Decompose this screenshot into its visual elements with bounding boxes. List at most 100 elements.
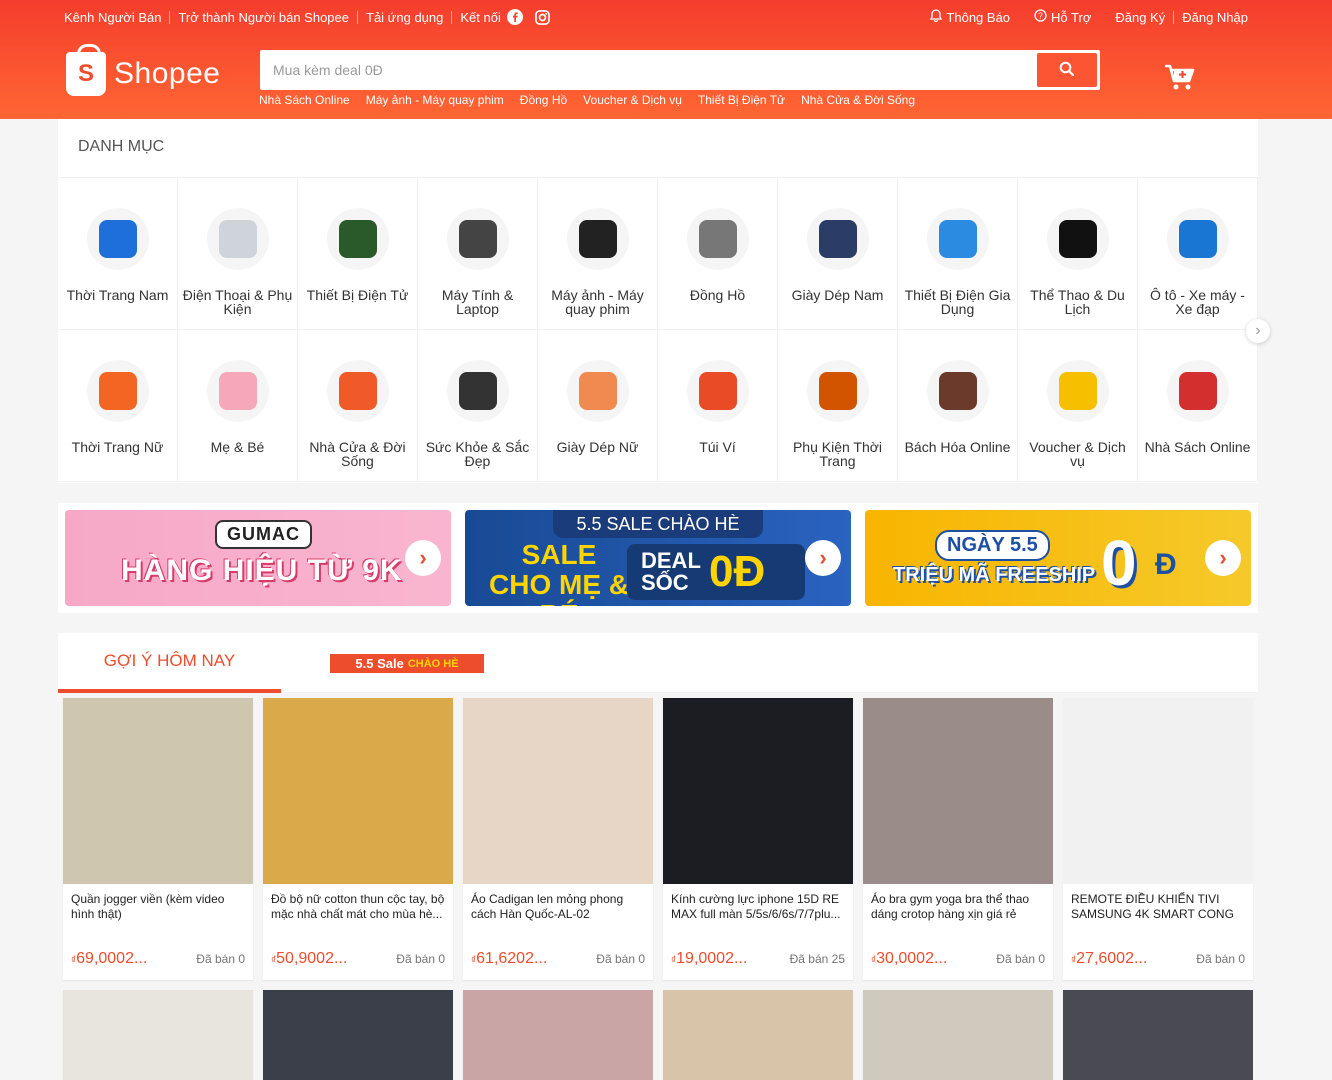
category-item[interactable]: Máy ảnh - Máy quay phim xyxy=(538,178,658,330)
category-label: Mẹ & Bé xyxy=(210,439,265,455)
category-label: Bách Hóa Online xyxy=(904,439,1011,455)
product-meta: ₫50,9002... Đã bán 0 xyxy=(271,950,445,968)
category-label: Máy Tính & Laptop xyxy=(441,287,514,317)
product-card[interactable] xyxy=(463,990,653,1080)
product-card[interactable] xyxy=(63,990,253,1080)
chevron-right-icon[interactable]: › xyxy=(1205,540,1241,576)
instagram-icon[interactable] xyxy=(535,9,551,25)
category-item[interactable]: Giày Dép Nữ xyxy=(538,330,658,482)
notifications-link[interactable]: Thông Báo xyxy=(930,9,1010,25)
category-item[interactable]: Ô tô - Xe máy - Xe đạp xyxy=(1138,178,1258,330)
category-label: Đồng Hồ xyxy=(689,287,746,303)
category-label: Ô tô - Xe máy - Xe đạp xyxy=(1150,287,1245,317)
cart-icon[interactable] xyxy=(1163,62,1195,92)
product-price: ₫19,0002... xyxy=(671,950,748,967)
category-label: Phụ Kiện Thời Trang xyxy=(792,439,883,469)
camera-icon xyxy=(566,208,629,270)
category-item[interactable]: Máy Tính & Laptop xyxy=(418,178,538,330)
category-grid: Thời Trang Nam Điện Thoại & Phụ Kiện Thiết… xyxy=(58,178,1258,482)
product-grid: Quần jogger viền (kèm video hình thật) ₫6… xyxy=(58,698,1258,1080)
category-label: Voucher & Dịch vụ xyxy=(1029,439,1126,469)
search-input[interactable] xyxy=(263,62,1037,78)
product-price: ₫27,6002... xyxy=(1071,950,1148,967)
category-label: Điện Thoại & Phụ Kiện xyxy=(182,287,293,317)
category-item[interactable]: Bách Hóa Online xyxy=(898,330,1018,482)
category-section: DANH MỤC Thời Trang Nam Điện Thoại & Phụ … xyxy=(58,119,1258,483)
category-item[interactable]: Nhà Sách Online xyxy=(1138,330,1258,482)
divider xyxy=(451,10,453,24)
product-card[interactable]: Quần jogger viền (kèm video hình thật) ₫6… xyxy=(63,698,253,980)
suggestion-link[interactable]: Voucher & Dịch vụ xyxy=(583,93,682,107)
product-card[interactable] xyxy=(1063,990,1253,1080)
product-card[interactable]: Đồ bộ nữ cotton thun cộc tay, bộ mặc nhà… xyxy=(263,698,453,980)
product-sold: Đã bán 25 xyxy=(789,952,845,966)
suggestion-link[interactable]: Máy ảnh - Máy quay phim xyxy=(366,93,504,107)
register-link[interactable]: Đăng Ký xyxy=(1115,10,1165,25)
category-item[interactable]: Phụ Kiện Thời Trang xyxy=(778,330,898,482)
recommendation-header: GỢI Ý HÔM NAY 5.5 Sale CHÀO HÈ xyxy=(58,633,1258,693)
category-item[interactable]: Thiết Bị Điện Tử xyxy=(298,178,418,330)
category-item[interactable]: Giày Dép Nam xyxy=(778,178,898,330)
banner-mom-baby[interactable]: 5.5 SALE CHÀO HÈ SALE CHO MẸ & BÉ DEAL S… xyxy=(465,510,851,606)
chevron-right-icon[interactable]: › xyxy=(405,540,441,576)
category-item[interactable]: Voucher & Dịch vụ xyxy=(1018,330,1138,482)
banner-headline: TRIỆU MÃ FREESHIP xyxy=(893,564,1096,586)
category-item[interactable]: Sức Khỏe & Sắc Đẹp xyxy=(418,330,538,482)
palette-icon xyxy=(446,360,509,422)
tab-daily-discover[interactable]: GỢI Ý HÔM NAY xyxy=(58,633,281,693)
suggestion-link[interactable]: Nhà Cửa & Đời Sống xyxy=(801,93,915,107)
product-meta: ₫19,0002... Đã bán 25 xyxy=(671,950,845,968)
category-item[interactable]: Thể Thao & Du Lịch xyxy=(1018,178,1138,330)
product-sold: Đã bán 0 xyxy=(596,952,645,966)
search-icon xyxy=(1059,61,1075,80)
banner-gumac[interactable]: GUMAC HÀNG HIỆU TỪ 9K › xyxy=(65,510,451,606)
product-card[interactable]: Áo bra gym yoga bra thể thao dáng crotop… xyxy=(863,698,1053,980)
sale-badge-main: 5.5 Sale xyxy=(355,656,404,671)
product-sold: Đã bán 0 xyxy=(996,952,1045,966)
category-label: Thể Thao & Du Lịch xyxy=(1030,287,1125,317)
product-image xyxy=(663,990,853,1080)
category-item[interactable]: Thời Trang Nữ xyxy=(58,330,178,482)
suggestion-link[interactable]: Đồng Hồ xyxy=(520,93,567,107)
sale-badge[interactable]: 5.5 Sale CHÀO HÈ xyxy=(330,654,484,673)
download-app-link[interactable]: Tải ứng dụng xyxy=(366,10,443,25)
product-card[interactable] xyxy=(263,990,453,1080)
category-item[interactable]: Đồng Hồ xyxy=(658,178,778,330)
category-item[interactable]: Túi Ví xyxy=(658,330,778,482)
search-button[interactable] xyxy=(1037,53,1097,87)
product-card[interactable]: REMOTE ĐIỀU KHIỂN TIVI SAMSUNG 4K SMART … xyxy=(1063,698,1253,980)
deal-box: DEAL SỐC 0Đ xyxy=(627,544,805,600)
seller-centre-link[interactable]: Kênh Người Bán xyxy=(64,10,161,25)
banner-freeship[interactable]: NGÀY 5.5 TRIỆU MÃ FREESHIP 0 Đ › xyxy=(865,510,1251,606)
category-item[interactable]: Thiết Bị Điện Gia Dụng xyxy=(898,178,1018,330)
banner-tag: 5.5 SALE CHÀO HÈ xyxy=(553,510,763,538)
suggestion-link[interactable]: Nhà Sách Online xyxy=(259,93,350,107)
product-price: ₫50,9002... xyxy=(271,950,348,967)
category-item[interactable]: Thời Trang Nam xyxy=(58,178,178,330)
category-label: Máy ảnh - Máy quay phim xyxy=(551,287,644,317)
product-price: ₫69,0002... xyxy=(71,950,148,967)
login-link[interactable]: Đăng Nhập xyxy=(1182,10,1248,25)
product-meta: ₫61,6202... Đã bán 0 xyxy=(471,950,645,968)
product-card[interactable] xyxy=(863,990,1053,1080)
become-seller-link[interactable]: Trở thành Người bán Shopee xyxy=(178,10,349,25)
product-image xyxy=(463,990,653,1080)
suggestion-link[interactable]: Thiết Bị Điện Tử xyxy=(698,93,785,107)
voucher-icon xyxy=(1046,360,1109,422)
shopee-logo[interactable]: S Shopee xyxy=(66,44,220,96)
category-item[interactable]: Mẹ & Bé xyxy=(178,330,298,482)
facebook-icon[interactable] xyxy=(506,9,523,25)
help-link[interactable]: ? Hỗ Trợ xyxy=(1034,9,1091,25)
category-item[interactable]: Điện Thoại & Phụ Kiện xyxy=(178,178,298,330)
chevron-right-icon[interactable]: › xyxy=(805,540,841,576)
ball-icon xyxy=(1046,208,1109,270)
category-label: Giày Dép Nữ xyxy=(556,439,639,455)
product-card[interactable] xyxy=(663,990,853,1080)
product-name: Kính cường lực iphone 15D RE MAX full mà… xyxy=(671,892,841,921)
product-meta: ₫30,0002... Đã bán 0 xyxy=(871,950,1045,968)
product-image xyxy=(63,698,253,884)
category-item[interactable]: Nhà Cửa & Đời Sống xyxy=(298,330,418,482)
product-card[interactable]: Áo Cadigan len mỏng phong cách Hàn Quốc-… xyxy=(463,698,653,980)
product-card[interactable]: Kính cường lực iphone 15D RE MAX full mà… xyxy=(663,698,853,980)
category-next-button[interactable]: › xyxy=(1246,319,1270,343)
